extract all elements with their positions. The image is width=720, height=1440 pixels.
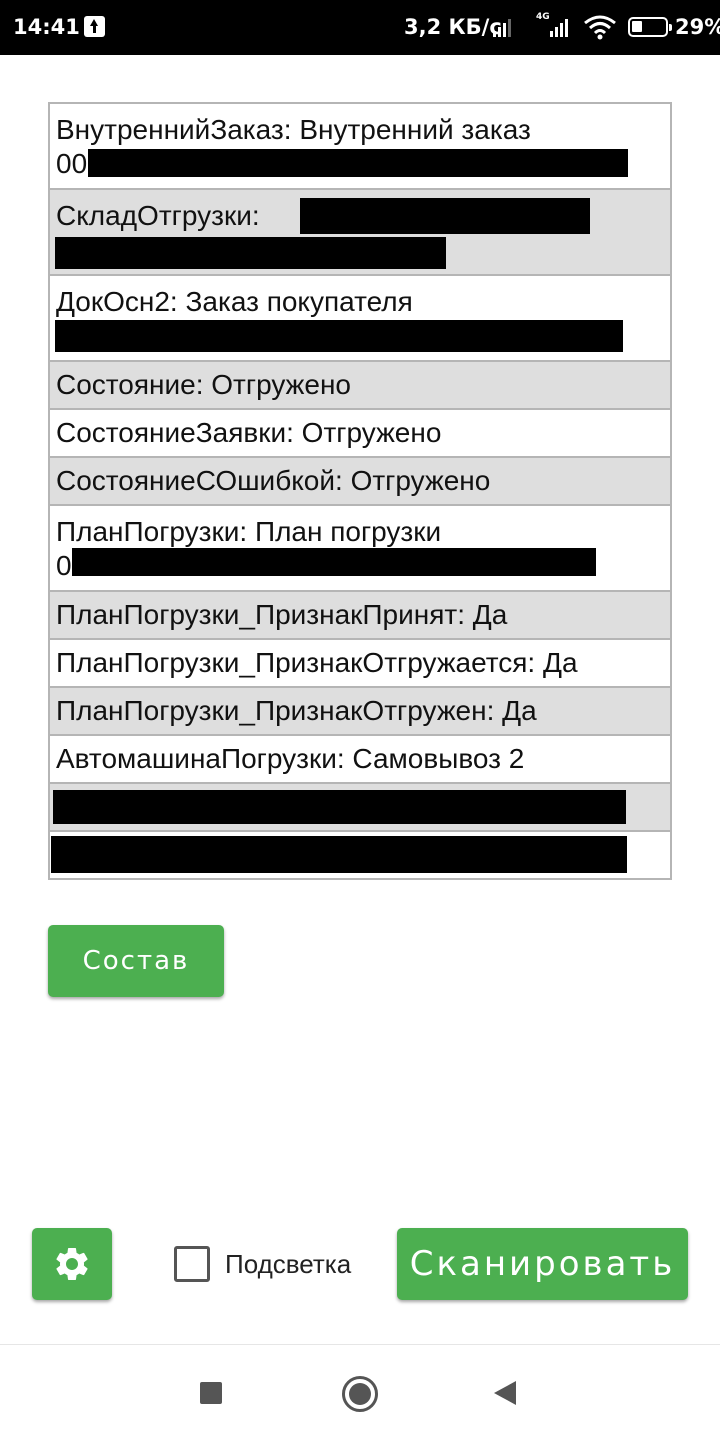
table-row: ДокОсн2: Заказ покупателя bbox=[50, 276, 670, 362]
triangle-back-icon[interactable] bbox=[494, 1381, 516, 1405]
network-speed: 3,2 КБ/с bbox=[404, 15, 502, 39]
signal-icon bbox=[493, 15, 515, 37]
backlight-label: Подсветка bbox=[225, 1248, 352, 1279]
row-text-plan-shipped: ПланПогрузки_ПризнакОтгружен: Да bbox=[56, 695, 537, 726]
status-time: 14:41 bbox=[13, 15, 80, 39]
table-row bbox=[50, 784, 670, 832]
redaction-bar bbox=[55, 237, 446, 269]
battery-percent: 29% bbox=[675, 15, 720, 39]
redaction-bar bbox=[72, 548, 596, 576]
backlight-checkbox[interactable] bbox=[174, 1246, 210, 1282]
composition-button[interactable]: Состав bbox=[48, 925, 224, 997]
square-icon[interactable] bbox=[200, 1382, 222, 1404]
settings-button[interactable] bbox=[32, 1228, 112, 1300]
battery-icon bbox=[628, 17, 672, 37]
table-row: ВнутреннийЗаказ: Внутренний заказ 00 bbox=[50, 104, 670, 190]
row-text-request-state: СостояниеЗаявки: Отгружено bbox=[56, 417, 442, 448]
row-text-warehouse: СкладОтгрузки: bbox=[56, 200, 260, 231]
table-row: ПланПогрузки_ПризнакПринят: Да bbox=[50, 592, 670, 640]
row-text-loading-plan: ПланПогрузки: План погрузки bbox=[56, 516, 442, 547]
signal-icon-2 bbox=[550, 15, 572, 37]
redaction-bar bbox=[300, 198, 590, 234]
table-row: СостояниеЗаявки: Отгружено bbox=[50, 410, 670, 458]
row-text-state: Состояние: Отгружено bbox=[56, 369, 351, 400]
table-row: Состояние: Отгружено bbox=[50, 362, 670, 410]
redaction-bar bbox=[53, 790, 626, 824]
wifi-icon bbox=[584, 15, 616, 40]
gear-icon bbox=[56, 1248, 88, 1280]
table-row: ПланПогрузки_ПризнакОтгружен: Да bbox=[50, 688, 670, 736]
table-row: ПланПогрузки: План погрузки 0 bbox=[50, 506, 670, 592]
row-text-base-document: ДокОсн2: Заказ покупателя bbox=[56, 286, 413, 317]
row-text-plan-shipping: ПланПогрузки_ПризнакОтгружается: Да bbox=[56, 647, 578, 678]
scan-button[interactable]: Сканировать bbox=[397, 1228, 688, 1300]
row-text-plan-accepted: ПланПогрузки_ПризнакПринят: Да bbox=[56, 599, 508, 630]
table-row: ПланПогрузки_ПризнакОтгружается: Да bbox=[50, 640, 670, 688]
redaction-bar bbox=[88, 149, 628, 177]
backlight-toggle[interactable]: Подсветка bbox=[174, 1246, 351, 1282]
table-row bbox=[50, 832, 670, 878]
composition-button-label: Состав bbox=[82, 946, 190, 976]
document-info-table: ВнутреннийЗаказ: Внутренний заказ 00 Скл… bbox=[48, 102, 672, 880]
status-bar: 14:41 3,2 КБ/с 4G 29% bbox=[0, 0, 720, 55]
table-row: АвтомашинаПогрузки: Самовывоз 2 bbox=[50, 736, 670, 784]
network-type: 4G bbox=[536, 12, 550, 22]
table-row: СкладОтгрузки: bbox=[50, 190, 670, 276]
redaction-bar bbox=[51, 836, 627, 873]
row-text-error-state: СостояниеСОшибкой: Отгружено bbox=[56, 465, 491, 496]
table-row: СостояниеСОшибкой: Отгружено bbox=[50, 458, 670, 506]
row-text-internal-order: ВнутреннийЗаказ: Внутренний заказ bbox=[56, 114, 531, 145]
redaction-bar bbox=[55, 320, 623, 352]
row-text-vehicle: АвтомашинаПогрузки: Самовывоз 2 bbox=[56, 743, 525, 774]
circle-icon[interactable] bbox=[342, 1376, 378, 1412]
upload-icon bbox=[84, 16, 105, 37]
scan-button-label: Сканировать bbox=[409, 1244, 676, 1284]
system-nav-bar bbox=[0, 1344, 720, 1440]
